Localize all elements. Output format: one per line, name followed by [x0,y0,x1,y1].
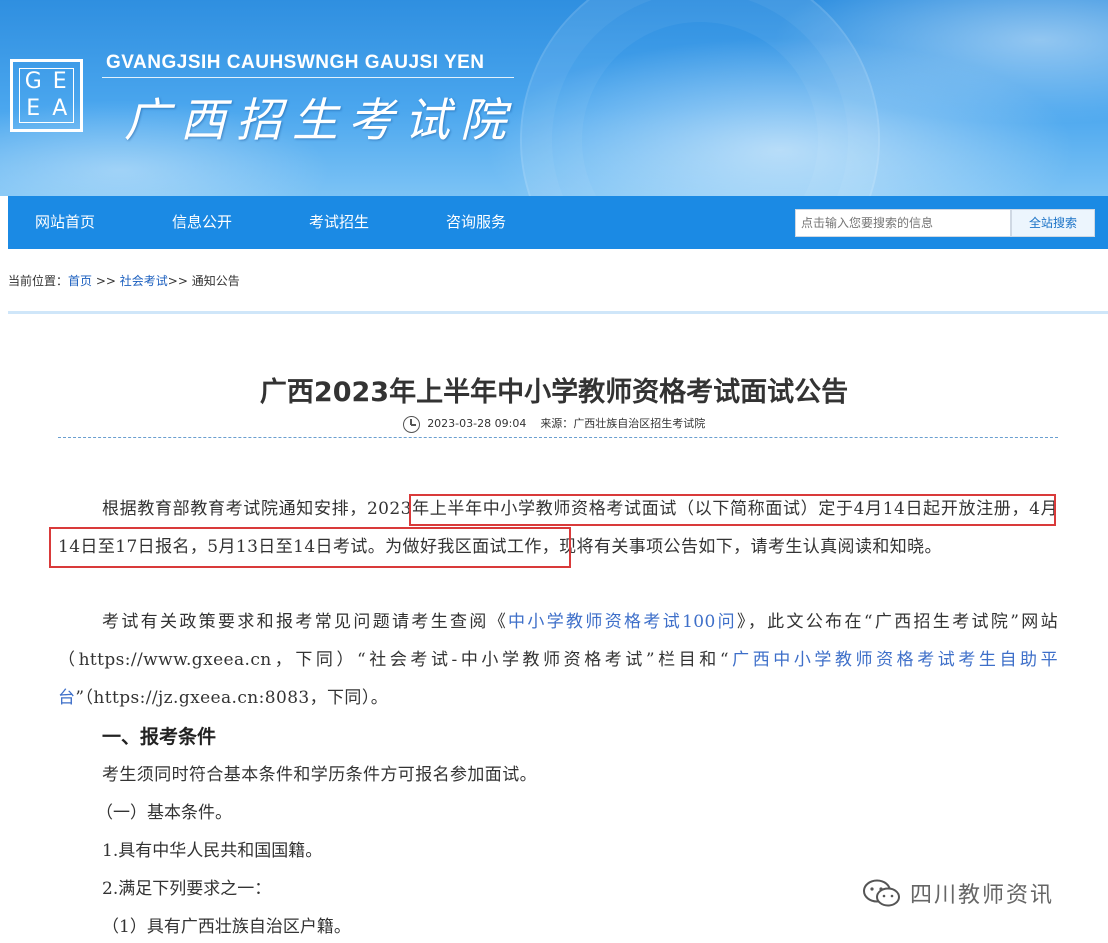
breadcrumb-separator: >> [92,274,120,288]
wechat-icon [863,879,900,907]
breadcrumb: 当前位置：首页 >> 社会考试>> 通知公告 [8,272,240,289]
paragraph-text: ”（https://jz.gxeea.cn:8083，下同）。 [75,688,389,708]
paragraph-text: 考试有关政策要求和报考常见问题请考生查阅《 [102,612,509,632]
faq-link[interactable]: 中小学教师资格考试100问 [508,612,737,632]
nav-item-consulting[interactable]: 咨询服务 [446,196,506,249]
article-source: 广西壮族自治区招生考试院 [573,417,706,430]
article-paragraph: 根据教育部教育考试院通知安排，2023年上半年中小学教师资格考试面试（以下简称面… [58,490,1058,566]
search-button[interactable]: 全站搜索 [1011,209,1095,237]
list-item: 1.具有中华人民共和国国籍。 [102,841,323,861]
site-name-divider [102,77,514,78]
title-divider [58,437,1058,438]
clock-icon [402,415,420,433]
breadcrumb-section-link[interactable]: 社会考试 [120,274,168,288]
watermark-text: 四川教师资讯 [910,883,1055,908]
site-name-cn: 广西招生考试院 [124,93,516,147]
breadcrumb-prefix: 当前位置： [8,274,69,288]
nav-item-info-disclosure[interactable]: 信息公开 [172,196,232,249]
logo-letter: G [24,69,42,95]
site-logo[interactable]: G E E A [10,59,83,132]
nav-item-exam-admission[interactable]: 考试招生 [309,196,369,249]
site-name-en: GVANGJSIH CAUHSWNGH GAUJSI YEN [106,52,485,73]
list-item: （1）具有广西壮族自治区户籍。 [102,917,351,937]
article-paragraph: 考试有关政策要求和报考常见问题请考生查阅《中小学教师资格考试100问》，此文公布… [58,603,1058,717]
banner-decoration [520,0,880,196]
article-meta: 2023-03-28 09:04 来源：广西壮族自治区招生考试院 [0,415,1108,433]
article-source-label: 来源： [540,417,574,430]
main-nav: 网站首页 信息公开 考试招生 咨询服务 全站搜索 [8,196,1108,249]
section-heading: 一、报考条件 [102,726,217,748]
search-input[interactable] [795,209,1011,237]
logo-letter: E [26,95,41,121]
article-paragraph: 考生须同时符合基本条件和学历条件方可报名参加面试。 [102,765,537,785]
sub-heading: （一）基本条件。 [96,803,232,823]
nav-item-home[interactable]: 网站首页 [35,196,95,249]
logo-letter: A [52,95,68,121]
breadcrumb-current: 通知公告 [191,274,240,288]
logo-letters: G E E A [19,68,74,123]
article-date: 2023-03-28 09:04 [427,417,527,430]
paragraph-text: 。为做好我区面试工作，现将有关事项公告如下，请考生认真阅读和知晓。 [367,537,942,557]
site-banner: G E E A GVANGJSIH CAUHSWNGH GAUJSI YEN 广… [0,0,1108,196]
logo-letter: E [52,69,67,95]
breadcrumb-home-link[interactable]: 首页 [68,274,92,288]
paragraph-text: 根据教育部教育考试院通知安排， [102,499,367,519]
breadcrumb-separator: >> [167,274,192,288]
article-title: 广西2023年上半年中小学教师资格考试面试公告 [259,377,849,408]
